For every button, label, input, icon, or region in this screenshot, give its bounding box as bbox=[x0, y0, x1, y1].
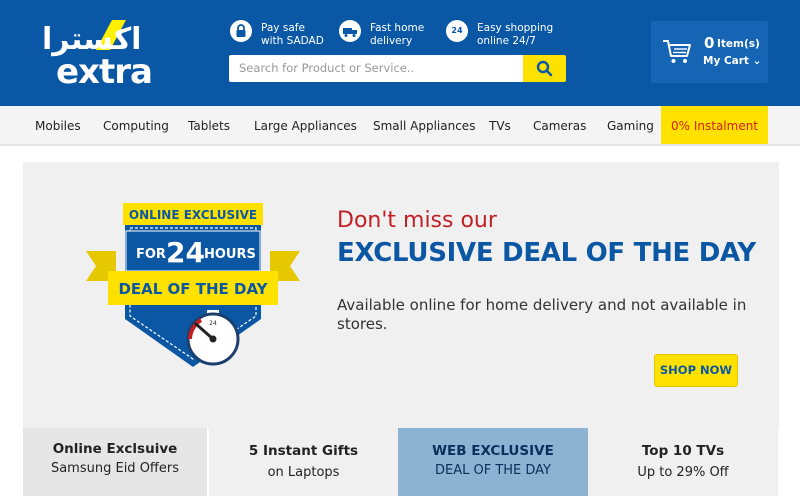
tab-subtitle: Up to 29% Off bbox=[637, 465, 729, 480]
lock-icon bbox=[230, 20, 252, 42]
nav-item-instalment[interactable]: 0% Instalment bbox=[661, 106, 768, 144]
nav-item-small-appliances[interactable]: Small Appliances bbox=[373, 106, 475, 144]
cart-button[interactable]: 0 Item(s) My Cart ⌄ bbox=[651, 21, 768, 83]
shop-now-button[interactable]: SHOP NOW bbox=[654, 354, 738, 387]
tab-title: Top 10 TVs bbox=[641, 443, 725, 459]
category-nav: Mobiles Computing Tablets Large Applianc… bbox=[0, 106, 800, 146]
banner-headline-2: EXCLUSIVE DEAL OF THE DAY bbox=[337, 238, 756, 268]
badge-24: 24 bbox=[166, 236, 205, 269]
nav-item-tvs[interactable]: TVs bbox=[489, 106, 511, 144]
my-cart-label: My Cart ⌄ bbox=[703, 55, 762, 67]
badge-hours: HOURS bbox=[204, 247, 256, 262]
tab-subtitle: on Laptops bbox=[267, 465, 340, 480]
feature-line2: delivery bbox=[370, 34, 413, 47]
nav-item-computing[interactable]: Computing bbox=[103, 106, 169, 144]
tab-subtitle: DEAL OF THE DAY bbox=[434, 463, 551, 478]
tab-subtitle: Samsung Eid Offers bbox=[50, 461, 180, 476]
banner-headline-1: Don't miss our bbox=[337, 208, 497, 233]
nav-item-mobiles[interactable]: Mobiles bbox=[35, 106, 81, 144]
site-header: اكسترا extra Pay safe with SADAD Fast hom… bbox=[0, 0, 800, 106]
nav-item-tablets[interactable]: Tablets bbox=[188, 106, 230, 144]
cart-items-label: Item(s) bbox=[717, 38, 760, 50]
feature-line2: online 24/7 bbox=[477, 34, 536, 47]
feature-line2: with SADAD bbox=[261, 34, 324, 47]
badge-deal-of-the-day: DEAL OF THE DAY bbox=[118, 280, 268, 298]
search-input[interactable]: Search for Product or Service.. bbox=[229, 55, 523, 82]
tab-instant-gifts[interactable]: 5 Instant Gifts on Laptops bbox=[209, 428, 398, 496]
deal-banner[interactable]: ONLINE EXCLUSIVE FOR 24 HOURS DEAL OF TH… bbox=[23, 162, 779, 430]
truck-icon bbox=[339, 20, 361, 42]
tab-samsung-eid-offers[interactable]: Online Exclsuive Samsung Eid Offers bbox=[23, 428, 208, 496]
cart-icon bbox=[663, 40, 691, 63]
badge-for: FOR bbox=[136, 247, 166, 262]
nav-item-large-appliances[interactable]: Large Appliances bbox=[254, 106, 357, 144]
cart-count: 0 bbox=[704, 34, 715, 52]
nav-item-cameras[interactable]: Cameras bbox=[533, 106, 586, 144]
tab-title: Online Exclsuive bbox=[52, 441, 178, 457]
search-button[interactable] bbox=[523, 55, 566, 82]
tab-title: 5 Instant Gifts bbox=[248, 443, 359, 459]
stopwatch-24-label: 24 bbox=[209, 320, 217, 327]
feature-line1: Easy shopping bbox=[477, 22, 554, 34]
banner-body-text: Available online for home delivery and n… bbox=[337, 296, 747, 333]
clock-24-icon: 24 bbox=[446, 20, 468, 42]
tab-top-10-tvs[interactable]: Top 10 TVs Up to 29% Off bbox=[588, 428, 778, 496]
nav-item-gaming[interactable]: Gaming bbox=[607, 106, 654, 144]
extra-logo[interactable]: اكسترا extra bbox=[34, 20, 153, 94]
badge-online-exclusive: ONLINE EXCLUSIVE bbox=[129, 208, 257, 222]
feature-line1: Fast home bbox=[370, 22, 425, 34]
logo-latin-text: extra bbox=[56, 52, 153, 92]
deal-of-the-day-badge: ONLINE EXCLUSIVE FOR 24 HOURS DEAL OF TH… bbox=[86, 203, 300, 367]
tab-deal-of-the-day[interactable]: WEB EXCLUSIVE DEAL OF THE DAY bbox=[398, 428, 588, 496]
clock-24-text: 24 bbox=[451, 26, 463, 35]
search-icon bbox=[536, 60, 553, 77]
feature-line1: Pay safe bbox=[261, 22, 305, 34]
tab-title: WEB EXCLUSIVE bbox=[432, 443, 554, 459]
